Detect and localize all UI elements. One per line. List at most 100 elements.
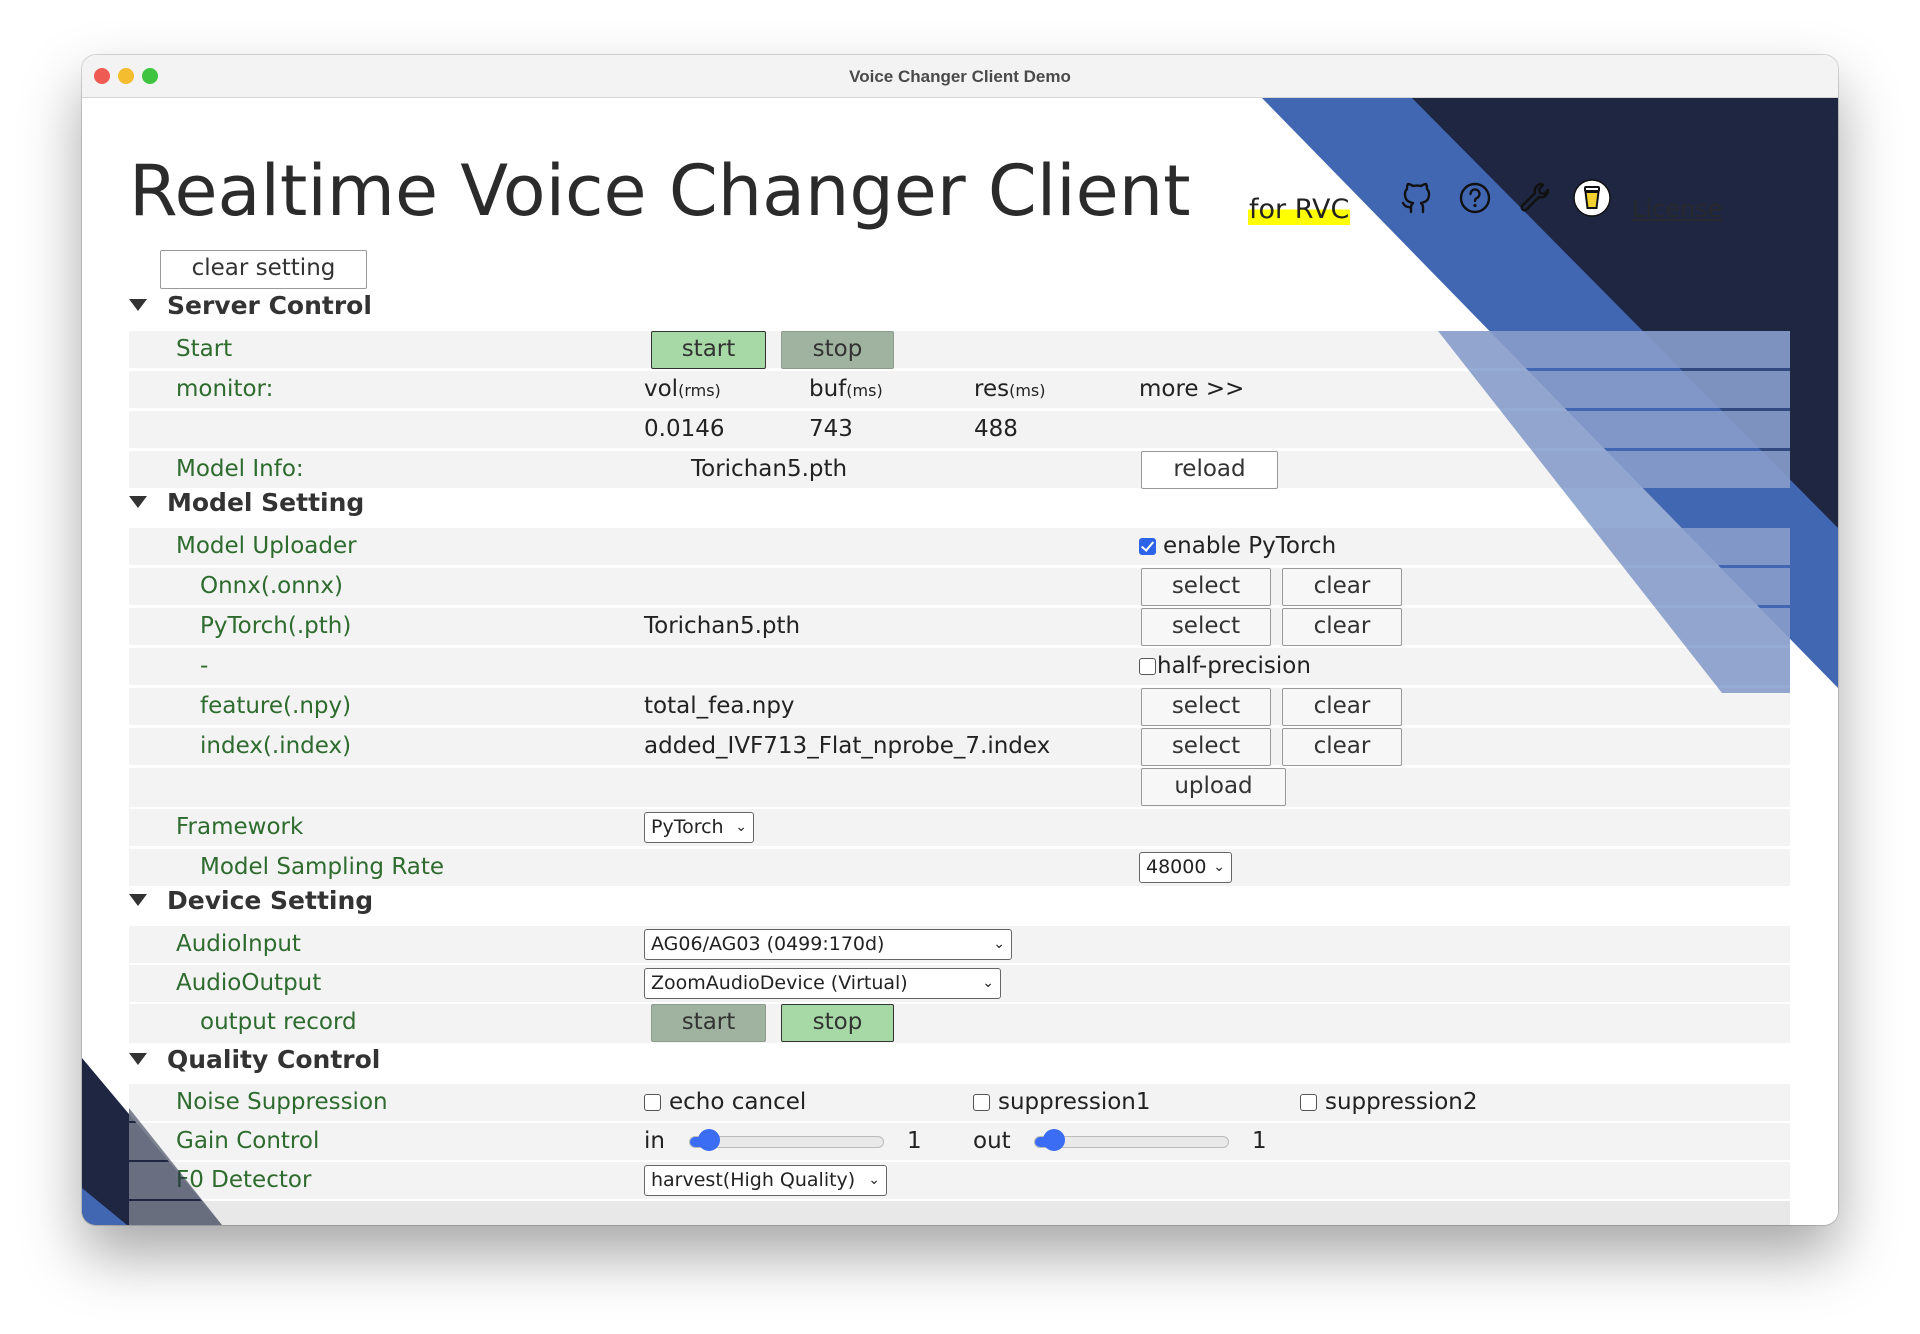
index-clear-button[interactable]: clear [1282,728,1402,766]
blue-triangle-bottom-left [82,1188,127,1225]
server-stop-button[interactable]: stop [781,331,894,369]
chevron-down-icon: ⌄ [868,1172,880,1188]
row-pytorch: PyTorch(.pth) Torichan5.pth select clear [129,608,1790,646]
sampling-rate-select[interactable]: 48000 ⌄ [1139,852,1232,883]
echo-cancel-checkbox[interactable] [644,1094,661,1111]
row-noise-suppression: Noise Suppression echo cancel suppressio… [129,1084,1790,1121]
gain-in-value: 1 [907,1128,922,1154]
chevron-down-icon: ⌄ [735,819,747,835]
audio-input-label: AudioInput [176,931,301,957]
audio-output-label: AudioOutput [176,970,322,996]
suppression1-label: suppression1 [998,1089,1151,1115]
record-stop-button[interactable]: stop [781,1004,894,1042]
framework-selected-value: PyTorch [651,816,724,838]
row-index: index(.index) added_IVF713_Flat_nprobe_7… [129,728,1790,766]
row-audio-output: AudioOutput ZoomAudioDevice (Virtual) ⌄ [129,965,1790,1002]
row-monitor-values: 0.0146 743 488 [129,411,1790,448]
start-label: Start [176,336,233,362]
github-icon[interactable] [1397,178,1437,218]
section-quality-control[interactable]: Quality Control [129,1045,380,1074]
buf-value: 743 [809,416,853,442]
row-sampling-rate: Model Sampling Rate 48000 ⌄ [129,849,1790,886]
section-device-setting[interactable]: Device Setting [129,886,373,915]
chevron-down-icon: ⌄ [982,975,994,991]
disclosure-triangle-icon [129,894,147,906]
onnx-clear-button[interactable]: clear [1282,568,1402,606]
reload-button[interactable]: reload [1141,451,1278,489]
slider-thumb[interactable] [698,1129,721,1151]
row-output-record: output record start stop [129,1004,1790,1043]
chevron-down-icon: ⌄ [1213,859,1225,875]
half-precision-label: half-precision [1157,653,1311,679]
framework-select[interactable]: PyTorch ⌄ [644,812,754,843]
gain-control-label: Gain Control [176,1128,320,1154]
half-precision-checkbox[interactable] [1139,658,1156,675]
model-info-value: Torichan5.pth [691,456,848,482]
section-server-control[interactable]: Server Control [129,291,372,320]
dash-label: - [200,653,209,679]
gain-out-value: 1 [1252,1128,1267,1154]
f0-detector-select[interactable]: harvest(High Quality) ⌄ [644,1165,887,1196]
buf-unit: (ms) [846,381,883,400]
enable-pytorch-checkbox[interactable] [1139,538,1156,555]
gain-out-slider[interactable] [1034,1129,1229,1151]
section-heading: Model Setting [167,488,365,517]
row-model-uploader: Model Uploader enable PyTorch [129,528,1790,565]
gain-in-slider[interactable] [689,1129,884,1151]
feature-value: total_fea.npy [644,693,795,719]
disclosure-triangle-icon [129,299,147,311]
res-value: 488 [974,416,1018,442]
suppression2-checkbox[interactable] [1300,1094,1317,1111]
chevron-down-icon: ⌄ [993,936,1005,952]
row-onnx: Onnx(.onnx) select clear [129,568,1790,606]
wrench-icon[interactable] [1514,178,1554,218]
buf-header: buf(ms) [809,371,883,409]
pytorch-clear-button[interactable]: clear [1282,608,1402,646]
index-select-button[interactable]: select [1141,728,1271,766]
page-content: Realtime Voice Changer Client for RVC Li… [82,98,1838,1225]
enable-pytorch-label: enable PyTorch [1163,533,1337,559]
upload-button[interactable]: upload [1141,768,1286,806]
vol-header: vol(rms) [644,371,721,409]
row-model-info: Model Info: Torichan5.pth reload [129,451,1790,489]
clear-setting-button[interactable]: clear setting [160,250,367,289]
coffee-cup-icon[interactable] [1572,178,1612,218]
onnx-select-button[interactable]: select [1141,568,1271,606]
record-start-button[interactable]: start [651,1004,766,1042]
monitor-label: monitor: [176,376,274,402]
feature-clear-button[interactable]: clear [1282,688,1402,726]
pytorch-label: PyTorch(.pth) [200,613,352,639]
res-header: res(ms) [974,371,1046,409]
output-record-label: output record [200,1009,357,1035]
vol-value: 0.0146 [644,416,725,442]
title-bar: Voice Changer Client Demo [82,55,1838,98]
license-link[interactable]: License [1632,195,1722,223]
noise-suppression-label: Noise Suppression [176,1089,388,1115]
row-f0-detector: F0 Detector harvest(High Quality) ⌄ [129,1162,1790,1199]
feature-select-button[interactable]: select [1141,688,1271,726]
res-unit: (ms) [1009,381,1046,400]
pytorch-select-button[interactable]: select [1141,608,1271,646]
audio-input-select[interactable]: AG06/AG03 (0499:170d) ⌄ [644,929,1012,960]
section-model-setting[interactable]: Model Setting [129,488,364,517]
row-audio-input: AudioInput AG06/AG03 (0499:170d) ⌄ [129,926,1790,963]
help-icon[interactable] [1455,178,1495,218]
suppression1-checkbox[interactable] [973,1094,990,1111]
audio-output-selected-value: ZoomAudioDevice (Virtual) [651,972,908,994]
sampling-rate-selected-value: 48000 [1146,856,1207,878]
server-start-button[interactable]: start [651,331,766,369]
slider-thumb[interactable] [1043,1129,1066,1151]
row-feature: feature(.npy) total_fea.npy select clear [129,688,1790,726]
buf-label: buf [809,376,847,402]
disclosure-triangle-icon [129,1053,147,1065]
section-heading: Quality Control [167,1045,381,1074]
audio-input-selected-value: AG06/AG03 (0499:170d) [651,933,885,955]
sampling-rate-label: Model Sampling Rate [200,854,445,880]
row-framework: Framework PyTorch ⌄ [129,809,1790,846]
more-link[interactable]: more >> [1139,371,1244,408]
audio-output-select[interactable]: ZoomAudioDevice (Virtual) ⌄ [644,968,1001,999]
feature-label: feature(.npy) [200,693,352,719]
vol-label: vol [644,376,679,402]
row-upload: upload [129,768,1790,807]
pytorch-value: Torichan5.pth [644,613,801,639]
